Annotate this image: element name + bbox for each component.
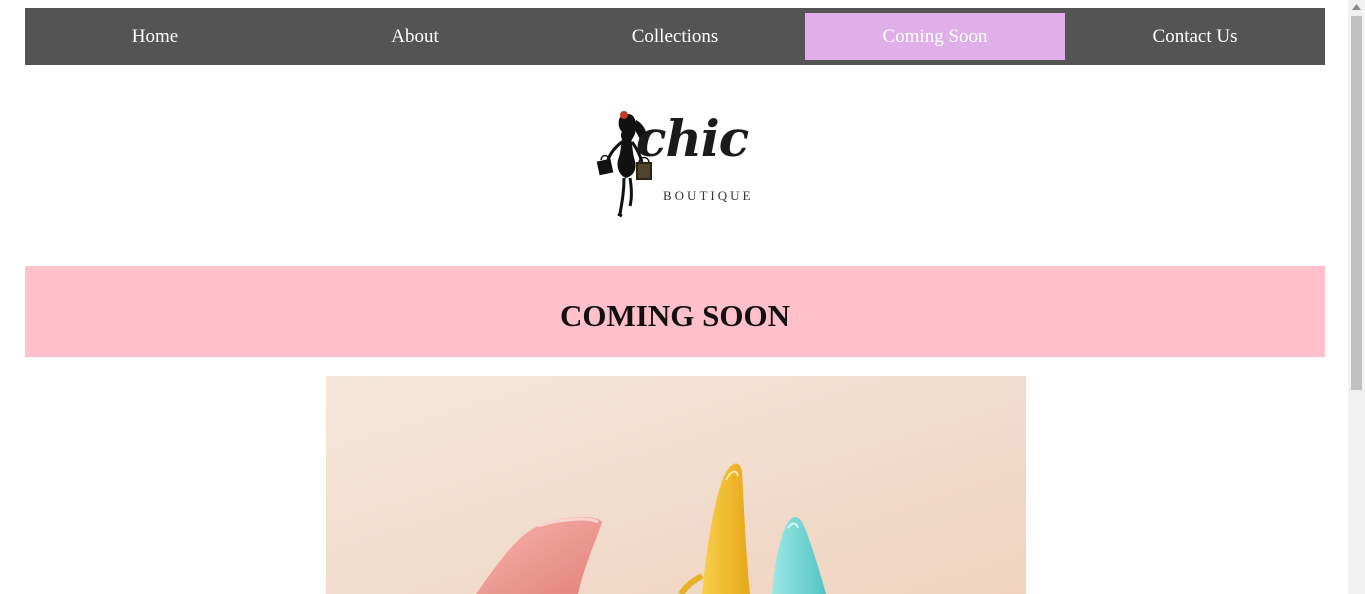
coming-soon-banner: COMING SOON bbox=[25, 266, 1325, 357]
nav-about[interactable]: About bbox=[285, 13, 545, 60]
scrollbar-thumb[interactable] bbox=[1351, 16, 1362, 390]
hero-image bbox=[326, 376, 1026, 594]
high-heel-shoes-image bbox=[326, 376, 1026, 594]
nav-home[interactable]: Home bbox=[25, 13, 285, 60]
vertical-scrollbar[interactable] bbox=[1348, 0, 1365, 594]
scroll-up-arrow-icon[interactable] bbox=[1348, 0, 1365, 14]
logo-subtitle: BOUTIQUE bbox=[663, 188, 754, 203]
nav-coming-soon[interactable]: Coming Soon bbox=[805, 13, 1065, 60]
banner-title: COMING SOON bbox=[560, 298, 790, 333]
nav-collections[interactable]: Collections bbox=[545, 13, 805, 60]
nav-contact-us[interactable]: Contact Us bbox=[1065, 13, 1325, 60]
main-nav: Home About Collections Coming Soon Conta… bbox=[25, 8, 1325, 65]
brand-logo[interactable]: chic BOUTIQUE bbox=[570, 82, 800, 232]
page: Home About Collections Coming Soon Conta… bbox=[0, 0, 1365, 594]
logo-brand-text: chic bbox=[636, 109, 749, 168]
